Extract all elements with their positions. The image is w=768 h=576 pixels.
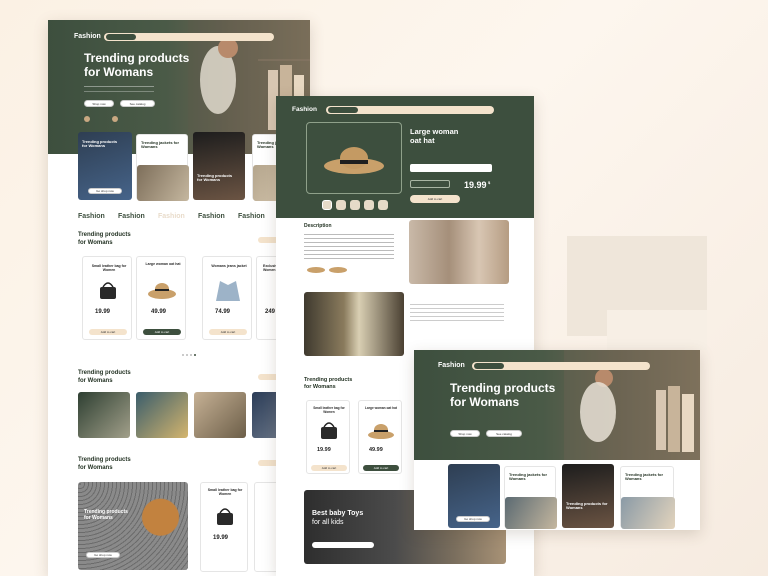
- background-decoration-2: [607, 310, 707, 350]
- see-catalog-button[interactable]: See catalog: [120, 100, 155, 107]
- section-2-title-line1: Trending products: [78, 370, 131, 376]
- homepage-mockup: Fashion Trending products for Womans Sho…: [48, 20, 310, 576]
- mini-hats-image: [307, 267, 347, 273]
- description-text: [304, 234, 394, 260]
- size-select[interactable]: [410, 164, 492, 172]
- carousel-dot[interactable]: [182, 354, 184, 356]
- promo-card-1[interactable]: Go shop now: [448, 464, 500, 528]
- avatar: [84, 116, 90, 122]
- promo-card-3[interactable]: Trending products for Womans: [193, 132, 245, 200]
- thumbnail[interactable]: [336, 200, 346, 210]
- brand-strip-1: Fashion: [78, 213, 105, 220]
- brand-strip-3: Fashion: [158, 213, 185, 220]
- email-input[interactable]: [312, 542, 374, 548]
- product-title-line2: oat hat: [410, 136, 435, 145]
- product-card-5[interactable]: Small leather bag for Women 19.99: [200, 482, 248, 572]
- thumbnail[interactable]: [364, 200, 374, 210]
- add-to-cart-button[interactable]: Add to cart: [363, 465, 399, 471]
- promo-card-2[interactable]: Trending jackets for Womans: [504, 466, 557, 529]
- nav-bar[interactable]: [326, 106, 494, 114]
- promo-card-button[interactable]: Go shop now: [456, 516, 490, 522]
- product-card-1[interactable]: Small leather bag for Women 19.99 Add to…: [82, 256, 132, 340]
- carousel-dot[interactable]: [190, 354, 192, 356]
- related-title-line2: for Womans: [304, 384, 336, 390]
- review-text: [410, 304, 504, 322]
- carousel-dot[interactable]: [194, 354, 196, 356]
- hat-image: [324, 147, 384, 174]
- nav-bar[interactable]: [472, 362, 650, 370]
- bag-image: [217, 508, 233, 525]
- hero-mockup-desktop: Fashion Trending products for Womans Sho…: [414, 350, 700, 530]
- carousel-dot[interactable]: [186, 354, 188, 356]
- look-photo-2[interactable]: [136, 392, 188, 438]
- go-shop-button[interactable]: Go shop now: [86, 552, 120, 558]
- shop-now-button[interactable]: Shop now: [450, 430, 480, 437]
- add-to-cart-button[interactable]: Add to cart: [311, 465, 347, 471]
- currency-symbol: $: [488, 180, 491, 185]
- featured-banner[interactable]: Trending products for Womans Go shop now: [78, 482, 188, 570]
- thumbnail[interactable]: [322, 200, 332, 210]
- section-3-title-line1: Trending products: [78, 457, 131, 463]
- bag-image: [100, 282, 116, 299]
- brand-logo[interactable]: Fashion: [74, 33, 101, 40]
- section-title-line2: for Womans: [78, 240, 113, 246]
- add-to-cart-button[interactable]: Add to cart: [209, 329, 247, 335]
- product-card-3[interactable]: Womans jeans jacket 74.99 Add to cart: [202, 256, 252, 340]
- related-title-line1: Trending products: [304, 377, 353, 383]
- color-select[interactable]: [410, 180, 450, 188]
- add-to-cart-button[interactable]: Add to cart: [89, 329, 127, 335]
- promo-card-1[interactable]: Trending products for Womans Go shop now: [78, 132, 132, 200]
- add-to-cart-button[interactable]: Add to cart: [410, 195, 460, 203]
- brand-logo[interactable]: Fashion: [438, 362, 465, 369]
- look-photo-1[interactable]: [78, 392, 130, 438]
- bag-image: [321, 422, 337, 439]
- avatar: [112, 116, 118, 122]
- street-photo: [304, 292, 404, 356]
- related-product-2[interactable]: Large woman oat hat 49.99 Add to cart: [358, 400, 402, 474]
- description-heading: Description: [304, 223, 332, 229]
- look-photo-3[interactable]: [194, 392, 246, 438]
- thumbnail[interactable]: [378, 200, 388, 210]
- related-product-1[interactable]: Small leather bag for Women 19.99 Add to…: [306, 400, 350, 474]
- hero-title-line2: for Womans: [450, 395, 520, 409]
- hero-title-line2: for Womans: [84, 65, 154, 79]
- shop-now-button[interactable]: Shop now: [84, 100, 114, 107]
- product-card-2[interactable]: Large woman oat hat 49.99 Add to cart: [136, 256, 186, 340]
- promo-card-4[interactable]: Trending jackets for Womans: [620, 466, 675, 529]
- thumbnail[interactable]: [350, 200, 360, 210]
- hat-image: [148, 283, 176, 299]
- store-photo: [409, 220, 509, 284]
- brand-strip-4: Fashion: [198, 213, 225, 220]
- promo-card-2[interactable]: Trending jackets for Womans: [136, 134, 189, 201]
- promo-card-3[interactable]: Trending products for Womans: [562, 464, 614, 528]
- section-title-line1: Trending products: [78, 232, 131, 238]
- hero-description: [84, 86, 154, 92]
- section-2-title-line2: for Womans: [78, 378, 113, 384]
- brand-logo[interactable]: Fashion: [292, 106, 317, 113]
- brand-strip-2: Fashion: [118, 213, 145, 220]
- add-to-cart-button[interactable]: Add to cart: [143, 329, 181, 335]
- hat-image: [368, 424, 394, 439]
- see-catalog-button[interactable]: See catalog: [486, 430, 522, 437]
- jacket-image: [216, 281, 240, 301]
- product-price: 19.99: [464, 180, 487, 190]
- hero-title-line1: Trending products: [450, 381, 556, 395]
- section-3-title-line2: for Womans: [78, 465, 113, 471]
- brand-strip-5: Fashion: [238, 213, 265, 220]
- product-title-line1: Large woman: [410, 127, 459, 136]
- hero-title-line1: Trending products: [84, 51, 190, 65]
- promo-card-button[interactable]: Go shop now: [88, 188, 122, 194]
- nav-bar[interactable]: [104, 33, 274, 41]
